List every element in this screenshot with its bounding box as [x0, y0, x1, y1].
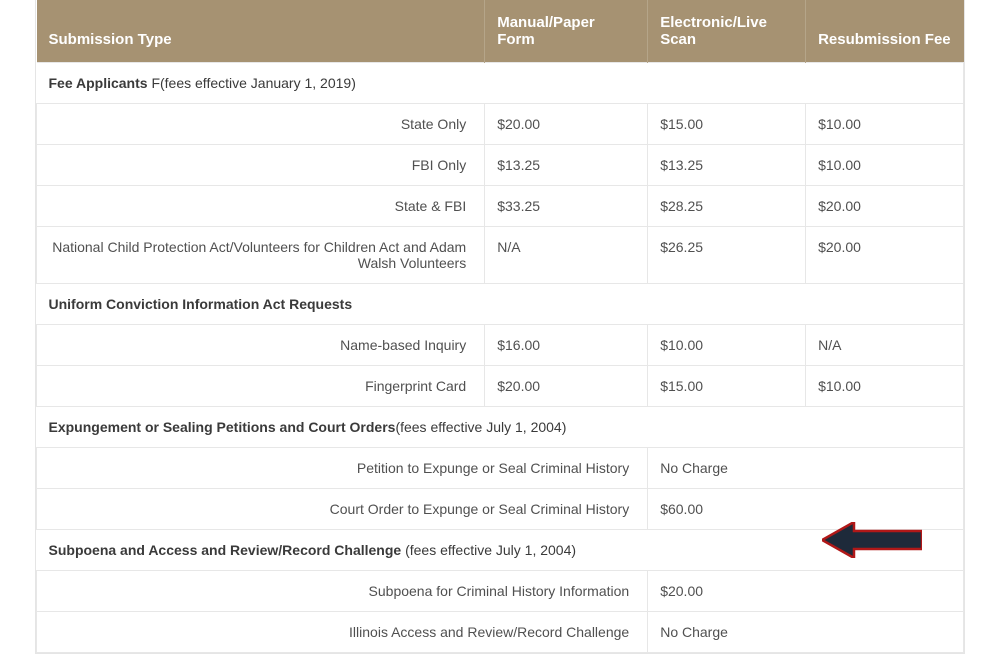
col-resubmission: Resubmission Fee: [806, 0, 964, 63]
row-label: Illinois Access and Review/Record Challe…: [37, 612, 648, 653]
arrow-shape: [822, 522, 922, 558]
row-label: Petition to Expunge or Seal Criminal His…: [37, 448, 648, 489]
table-row: Petition to Expunge or Seal Criminal His…: [37, 448, 964, 489]
table-row: Illinois Access and Review/Record Challe…: [37, 612, 964, 653]
cell-value: $20.00: [485, 104, 648, 145]
section-expungement: Expungement or Sealing Petitions and Cou…: [37, 407, 964, 448]
cell-value: $20.00: [648, 571, 964, 612]
row-label: FBI Only: [37, 145, 485, 186]
section-uniform-conviction: Uniform Conviction Information Act Reque…: [37, 284, 964, 325]
cell-value: $10.00: [806, 145, 964, 186]
table-row: State & FBI $33.25 $28.25 $20.00: [37, 186, 964, 227]
table-row: National Child Protection Act/Volunteers…: [37, 227, 964, 284]
table-header-row: Submission Type Manual/Paper Form Electr…: [37, 0, 964, 63]
cell-value: $13.25: [485, 145, 648, 186]
row-label: National Child Protection Act/Volunteers…: [37, 227, 485, 284]
section-title: Expungement or Sealing Petitions and Cou…: [49, 419, 396, 435]
row-label: Court Order to Expunge or Seal Criminal …: [37, 489, 648, 530]
row-label: Name-based Inquiry: [37, 325, 485, 366]
section-title: Fee Applicants: [49, 75, 148, 91]
cell-value: $20.00: [806, 227, 964, 284]
section-note: (fees effective July 1, 2004): [401, 542, 576, 558]
cell-value: $15.00: [648, 366, 806, 407]
table-row: Name-based Inquiry $16.00 $10.00 N/A: [37, 325, 964, 366]
cell-value: $15.00: [648, 104, 806, 145]
table-row: State Only $20.00 $15.00 $10.00: [37, 104, 964, 145]
section-title: Subpoena and Access and Review/Record Ch…: [49, 542, 402, 558]
cell-value: $28.25: [648, 186, 806, 227]
cell-value: $33.25: [485, 186, 648, 227]
col-manual-paper: Manual/Paper Form: [485, 0, 648, 63]
section-note: F(fees effective January 1, 2019): [148, 75, 356, 91]
annotation-arrow-icon: [822, 522, 922, 558]
col-submission-type: Submission Type: [37, 0, 485, 63]
row-label: Subpoena for Criminal History Informatio…: [37, 571, 648, 612]
section-title: Uniform Conviction Information Act Reque…: [49, 296, 353, 312]
cell-value: $20.00: [806, 186, 964, 227]
section-fee-applicants: Fee Applicants F(fees effective January …: [37, 63, 964, 104]
cell-value: $10.00: [806, 366, 964, 407]
cell-value: $10.00: [806, 104, 964, 145]
cell-value: $10.00: [648, 325, 806, 366]
cell-value: $20.00: [485, 366, 648, 407]
table-row: Subpoena for Criminal History Informatio…: [37, 571, 964, 612]
cell-value: N/A: [485, 227, 648, 284]
row-label: State & FBI: [37, 186, 485, 227]
row-label: State Only: [37, 104, 485, 145]
section-note: (fees effective July 1, 2004): [395, 419, 566, 435]
table-row: Fingerprint Card $20.00 $15.00 $10.00: [37, 366, 964, 407]
cell-value: $13.25: [648, 145, 806, 186]
cell-value: No Charge: [648, 448, 964, 489]
row-label: Fingerprint Card: [37, 366, 485, 407]
cell-value: $26.25: [648, 227, 806, 284]
cell-value: No Charge: [648, 612, 964, 653]
table-row: FBI Only $13.25 $13.25 $10.00: [37, 145, 964, 186]
cell-value: N/A: [806, 325, 964, 366]
cell-value: $16.00: [485, 325, 648, 366]
col-electronic: Electronic/Live Scan: [648, 0, 806, 63]
